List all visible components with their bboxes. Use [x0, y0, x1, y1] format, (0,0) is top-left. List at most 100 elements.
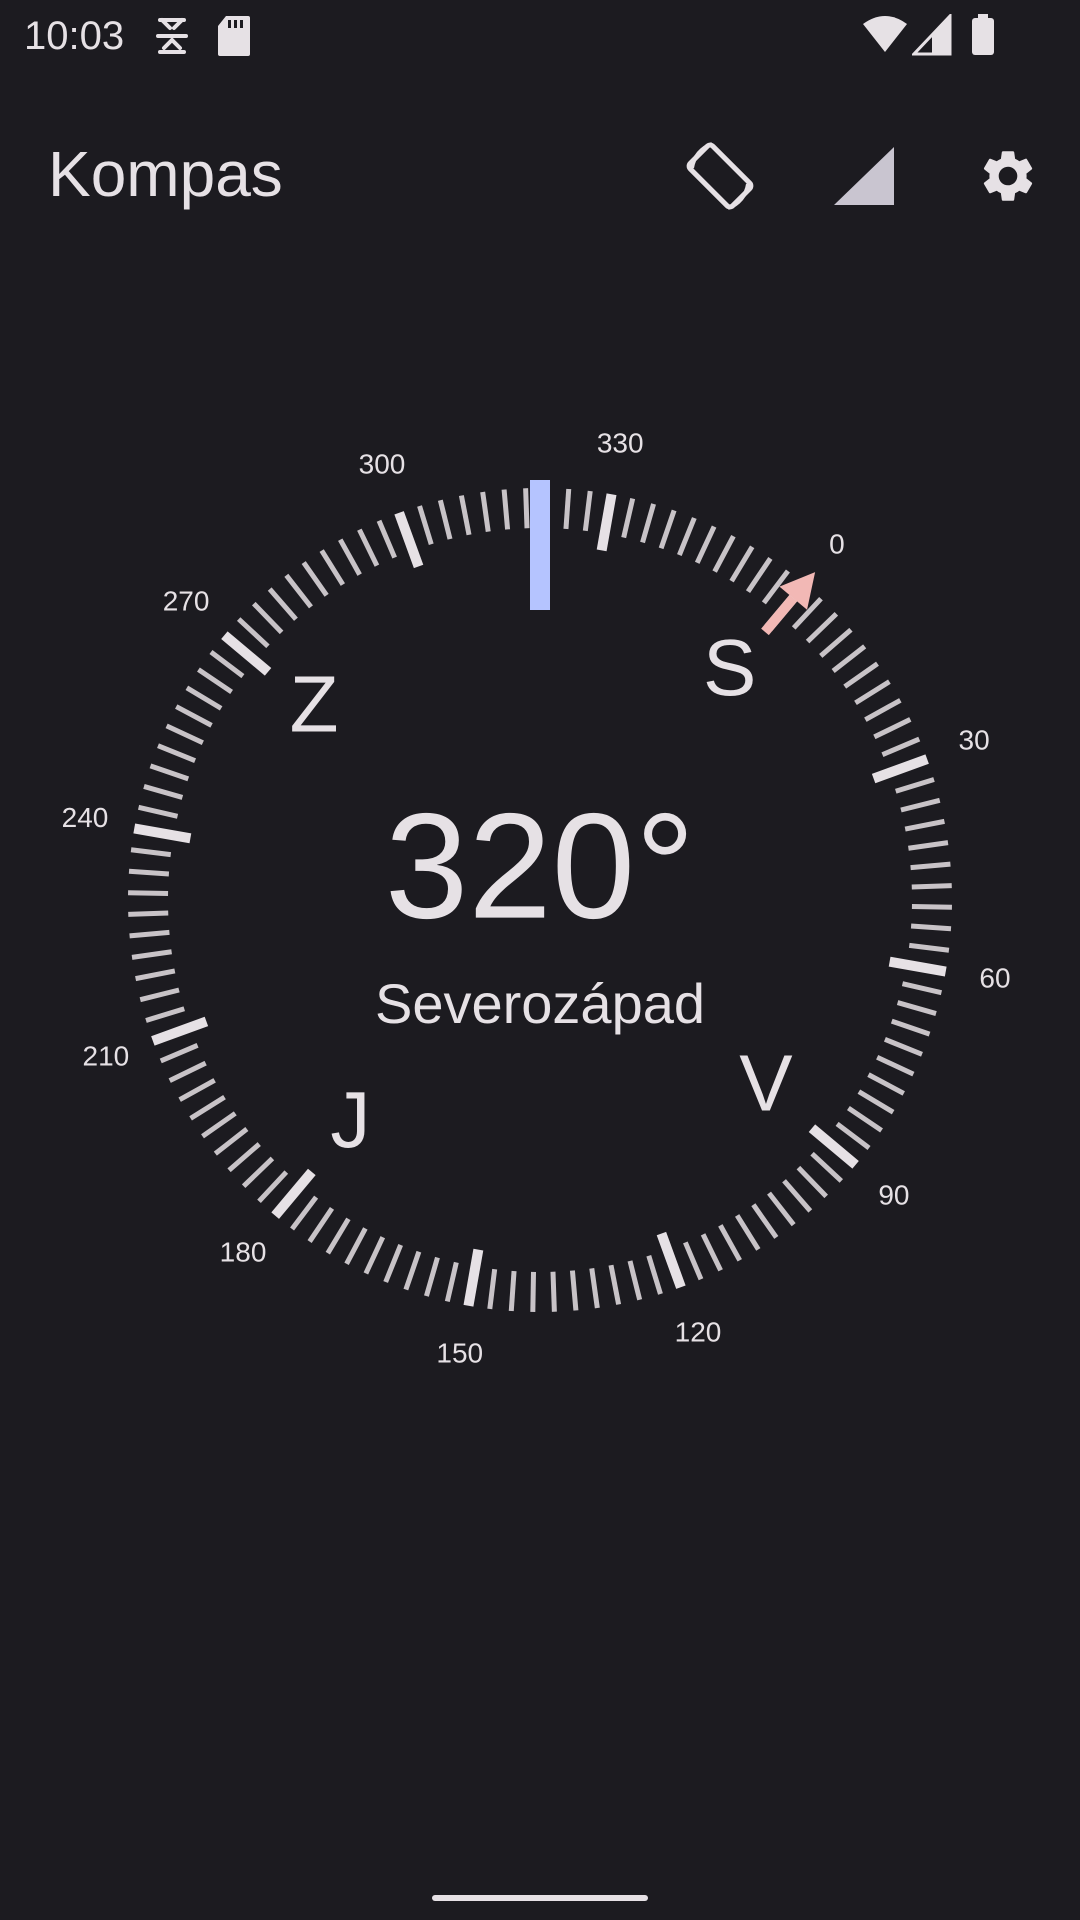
battery-icon [970, 14, 996, 61]
settings-button[interactable] [960, 130, 1056, 226]
minor-tick [900, 797, 941, 813]
minor-tick [712, 535, 736, 573]
minor-tick [550, 1271, 557, 1312]
minor-tick [189, 1095, 226, 1121]
minor-tick [608, 1264, 622, 1305]
minor-tick [911, 903, 952, 910]
minor-tick [437, 499, 453, 540]
signal-quality-button[interactable] [816, 130, 912, 226]
minor-tick [881, 736, 921, 757]
degree-label: 330 [597, 427, 644, 458]
minor-tick [718, 1224, 742, 1262]
app-bar: Kompas [0, 110, 1080, 230]
degree-label: 210 [83, 1040, 130, 1071]
minor-tick [589, 1268, 600, 1309]
minor-tick [843, 661, 879, 689]
minor-tick [895, 777, 935, 794]
minor-tick [867, 1072, 905, 1096]
degree-label: 150 [436, 1337, 483, 1368]
minor-tick [908, 942, 950, 953]
minor-tick [128, 910, 169, 917]
minor-tick [137, 804, 179, 819]
minor-tick [751, 1203, 779, 1239]
minor-tick [209, 650, 245, 679]
major-tick [463, 1248, 484, 1307]
minor-tick [563, 488, 572, 530]
degree-label: 0 [829, 528, 845, 559]
minor-tick [796, 1165, 828, 1199]
minor-tick [157, 743, 197, 763]
minor-tick [267, 587, 298, 621]
status-time: 10:03 [24, 14, 125, 58]
minor-tick [143, 784, 184, 800]
sd-card-icon [216, 14, 252, 63]
minor-tick [178, 1078, 216, 1102]
minor-tick [873, 717, 912, 740]
minor-tick [480, 491, 491, 532]
minor-tick [403, 1250, 422, 1291]
minor-tick [640, 503, 656, 544]
minor-tick [901, 981, 943, 996]
minor-tick [745, 557, 773, 593]
wifi-icon [862, 14, 908, 59]
settings-gear-icon [977, 145, 1039, 212]
cardinal-label: V [739, 1039, 793, 1128]
compass-dial: 0 30 60 90 120 150 180 210 240 270 300 330 S V J Z 320… [0, 360, 1080, 1440]
major-tick [596, 493, 617, 552]
minor-tick [911, 883, 952, 890]
minor-tick [908, 840, 949, 851]
direction-name: Severozápad [375, 972, 705, 1035]
minor-tick [767, 1191, 796, 1227]
minor-tick [135, 968, 176, 982]
major-tick [656, 1231, 686, 1289]
minor-tick [729, 545, 755, 583]
minor-tick [857, 1089, 895, 1115]
minor-tick [159, 1043, 199, 1064]
minor-tick [129, 929, 170, 939]
minor-tick [658, 509, 677, 550]
minor-tick [508, 1270, 517, 1312]
minor-tick [325, 1217, 351, 1255]
major-tick [888, 956, 947, 977]
degree-label: 120 [675, 1317, 722, 1348]
minor-tick [910, 861, 951, 871]
north-arrow-icon [761, 572, 816, 636]
minor-tick [168, 1060, 207, 1083]
minor-tick [910, 923, 952, 932]
minor-tick [424, 1256, 440, 1297]
minor-tick [301, 561, 329, 597]
minor-tick [876, 1054, 915, 1077]
minor-tick [284, 573, 313, 609]
minor-tick [131, 949, 172, 960]
degree-label: 300 [359, 448, 406, 479]
minor-tick [128, 890, 169, 897]
minor-tick [569, 1270, 579, 1311]
minor-tick [904, 818, 945, 832]
degree-label: 30 [959, 724, 990, 755]
app-title: Kompas [48, 138, 283, 210]
minor-tick [782, 1179, 813, 1213]
minor-tick [257, 1170, 289, 1204]
degree-label: 180 [220, 1236, 267, 1267]
compass-screen: 10:03 Kompas 0 30 60 90 120 150 180 210 … [0, 0, 1080, 1920]
minor-tick [307, 1207, 335, 1243]
minor-tick [530, 1271, 537, 1312]
minor-tick [213, 1127, 249, 1156]
minor-tick [896, 1000, 937, 1016]
minor-tick [417, 505, 434, 545]
minor-tick [175, 704, 213, 728]
minor-tick [501, 489, 511, 530]
cardinal-label: S [703, 623, 756, 712]
minor-tick [227, 1142, 261, 1173]
navigation-handle[interactable] [432, 1895, 648, 1901]
minor-tick [357, 528, 380, 567]
minor-tick [683, 1241, 704, 1281]
auto-rotate-button[interactable] [672, 130, 768, 226]
minor-tick [847, 1105, 883, 1133]
minor-tick [805, 612, 839, 644]
minor-tick [694, 525, 717, 564]
minor-tick [344, 1227, 368, 1265]
degree-label: 270 [163, 585, 210, 616]
minor-tick [458, 495, 472, 536]
compass-face: 0 30 60 90 120 150 180 210 240 270 300 330 S V J Z 320… [62, 427, 1011, 1368]
